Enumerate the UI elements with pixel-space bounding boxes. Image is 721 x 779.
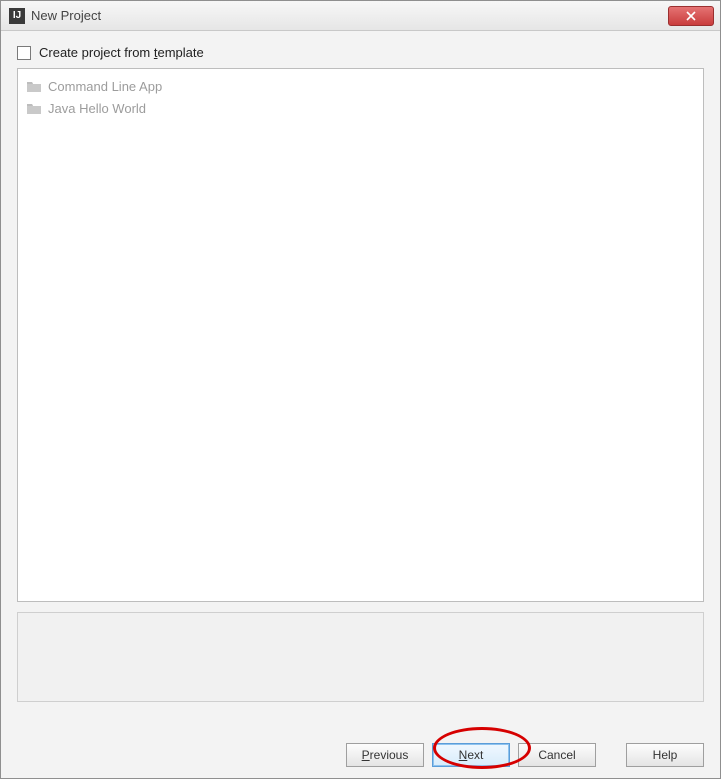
previous-button[interactable]: Previous bbox=[346, 743, 424, 767]
close-button[interactable] bbox=[668, 6, 714, 26]
create-from-template-checkbox[interactable]: Create project from template bbox=[17, 45, 704, 60]
app-icon: IJ bbox=[9, 8, 25, 24]
new-project-dialog: IJ New Project Create project from templ… bbox=[0, 0, 721, 779]
close-icon bbox=[686, 11, 696, 21]
checkbox-box-icon bbox=[17, 46, 31, 60]
template-list[interactable]: Command Line App Java Hello World bbox=[17, 68, 704, 602]
folder-icon bbox=[26, 79, 42, 93]
help-button[interactable]: Help bbox=[626, 743, 704, 767]
next-button[interactable]: Next bbox=[432, 743, 510, 767]
list-item-label: Command Line App bbox=[48, 79, 162, 94]
window-title: New Project bbox=[31, 8, 101, 23]
list-item-label: Java Hello World bbox=[48, 101, 146, 116]
dialog-content: Create project from template Command Lin… bbox=[1, 31, 720, 732]
folder-icon bbox=[26, 101, 42, 115]
create-from-template-label: Create project from template bbox=[39, 45, 204, 60]
button-bar: Previous Next Cancel Help bbox=[1, 732, 720, 778]
titlebar: IJ New Project bbox=[1, 1, 720, 31]
cancel-button[interactable]: Cancel bbox=[518, 743, 596, 767]
list-item[interactable]: Command Line App bbox=[26, 75, 695, 97]
description-panel bbox=[17, 612, 704, 702]
list-item[interactable]: Java Hello World bbox=[26, 97, 695, 119]
